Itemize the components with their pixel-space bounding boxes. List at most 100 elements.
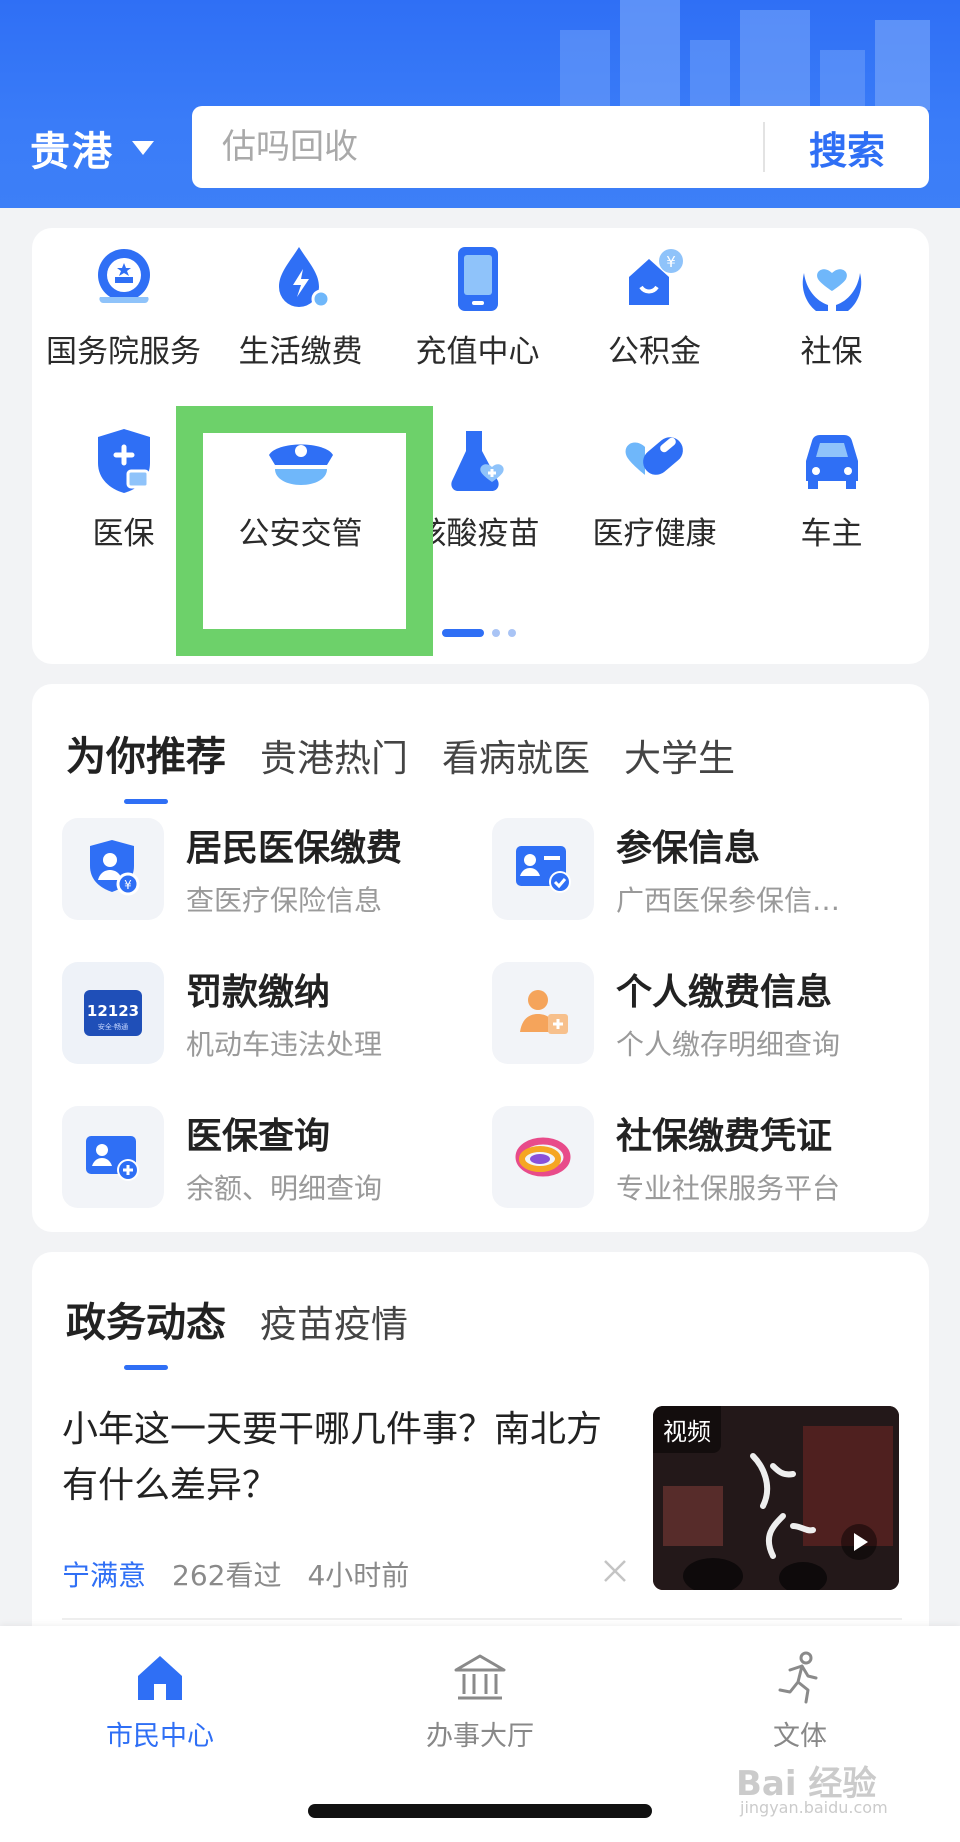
running-person-icon xyxy=(778,1651,818,1704)
city-selector[interactable]: 贵港 xyxy=(30,118,154,178)
insurance-payment-icon: ¥ xyxy=(62,818,164,920)
tab-vaccine-epidemic[interactable]: 疫苗疫情 xyxy=(260,1294,408,1348)
tab-for-you[interactable]: 为你推荐 xyxy=(66,724,226,804)
social-security-icon xyxy=(791,238,873,320)
news-time: 4小时前 xyxy=(307,1559,410,1592)
rec-subtitle: 机动车违法处理 xyxy=(186,1028,383,1061)
news-article-title[interactable]: 小年这一天要干哪几件事？南北方有什么差异？ xyxy=(62,1402,622,1514)
rec-title: 医保查询 xyxy=(186,1116,331,1157)
rec-social-security-voucher[interactable]: 社保缴费凭证 专业社保服务平台 xyxy=(492,1102,912,1212)
nav-service-hall[interactable]: 办事大厅 xyxy=(380,1648,580,1753)
pager-dot-active[interactable] xyxy=(442,629,484,637)
home-indicator[interactable] xyxy=(308,1804,652,1818)
person-add-icon xyxy=(492,962,594,1064)
nav-label: 办事大厅 xyxy=(426,1721,534,1752)
service-label: 公安交管 xyxy=(238,516,363,552)
nav-label: 文体 xyxy=(773,1721,827,1752)
service-social-security[interactable]: 社保 xyxy=(743,238,920,398)
phone-topup-icon xyxy=(437,238,519,320)
tab-guigang-hot[interactable]: 贵港热门 xyxy=(260,728,408,782)
ring-logo-icon xyxy=(492,1106,594,1208)
caret-down-icon xyxy=(132,141,154,155)
rec-title: 社保缴费凭证 xyxy=(616,1116,833,1157)
id-card-plus-icon xyxy=(62,1106,164,1208)
divider xyxy=(62,1618,902,1620)
rec-text: 社保缴费凭证 专业社保服务平台 xyxy=(616,1107,840,1207)
housing-fund-icon: ¥ xyxy=(614,238,696,320)
service-label: 公积金 xyxy=(608,334,701,370)
state-council-emblem-icon xyxy=(83,238,165,320)
service-label: 充值中心 xyxy=(415,334,540,370)
rec-insurance-query[interactable]: 医保查询 余额、明细查询 xyxy=(62,1102,482,1212)
services-pager xyxy=(442,629,516,637)
bill-payment-icon xyxy=(260,238,342,320)
tab-medical[interactable]: 看病就医 xyxy=(442,728,590,782)
service-label: 车主 xyxy=(800,516,863,552)
rec-fine-payment[interactable]: 12123 安全·畅通 罚款缴纳 机动车违法处理 xyxy=(62,958,482,1068)
search-button[interactable]: 搜索 xyxy=(765,106,929,188)
city-name: 贵港 xyxy=(30,129,114,175)
nav-label: 市民中心 xyxy=(106,1721,214,1752)
service-label: 国务院服务 xyxy=(46,334,201,370)
svg-text:¥: ¥ xyxy=(124,878,132,892)
home-icon xyxy=(138,1656,182,1700)
news-tabs: 政务动态 疫苗疫情 xyxy=(66,1290,408,1370)
city-skyline-decoration xyxy=(560,0,930,110)
police-cap-icon xyxy=(260,420,342,502)
rec-personal-payment-info[interactable]: 个人缴费信息 个人缴存明细查询 xyxy=(492,958,912,1068)
service-housing-fund[interactable]: ¥ 公积金 xyxy=(566,238,743,398)
rec-text: 个人缴费信息 个人缴存明细查询 xyxy=(616,963,840,1063)
pill-heart-icon xyxy=(614,420,696,502)
rec-subtitle: 余额、明细查询 xyxy=(186,1172,383,1205)
rec-text: 医保查询 余额、明细查询 xyxy=(186,1107,382,1207)
rec-text: 参保信息 广西医保参保信… xyxy=(616,819,840,919)
news-meta: 宁满意 262看过 4小时前 xyxy=(62,1554,409,1594)
tab-government-news[interactable]: 政务动态 xyxy=(66,1290,226,1370)
service-vaccine[interactable]: 核酸疫苗 xyxy=(389,420,566,580)
rec-title: 参保信息 xyxy=(616,828,761,869)
service-topup[interactable]: 充值中心 xyxy=(389,238,566,398)
service-state-council[interactable]: 国务院服务 xyxy=(35,238,212,398)
pager-dot[interactable] xyxy=(508,629,516,637)
search-bar: 搜索 xyxy=(192,106,929,188)
news-views: 262看过 xyxy=(172,1559,282,1592)
news-source[interactable]: 宁满意 xyxy=(62,1554,146,1594)
video-tag: 视频 xyxy=(653,1406,721,1453)
rec-resident-insurance-payment[interactable]: ¥ 居民医保缴费 查医疗保险信息 xyxy=(62,814,482,924)
car-icon xyxy=(791,420,873,502)
id-card-check-icon xyxy=(492,818,594,920)
rec-title: 个人缴费信息 xyxy=(616,972,833,1013)
service-bill-payment[interactable]: 生活缴费 xyxy=(212,238,389,398)
rec-subtitle: 个人缴存明细查询 xyxy=(616,1028,841,1061)
nav-citizen-center[interactable]: 市民中心 xyxy=(60,1648,260,1753)
news-video-thumbnail[interactable]: 视频 xyxy=(653,1406,899,1590)
app-12123-icon-text: 12123 xyxy=(87,1002,139,1020)
bottom-navigation: 市民中心 办事大厅 文体 Bai 经验 jingyan.baidu.com xyxy=(0,1626,960,1842)
rec-subtitle: 查医疗保险信息 xyxy=(186,884,383,917)
app-12123-icon-subtext: 安全·畅通 xyxy=(98,1022,128,1031)
service-label: 核酸疫苗 xyxy=(415,516,540,552)
close-icon[interactable] xyxy=(600,1556,630,1586)
search-input[interactable] xyxy=(192,106,763,188)
rec-title: 罚款缴纳 xyxy=(186,972,331,1013)
rec-insured-info[interactable]: 参保信息 广西医保参保信… xyxy=(492,814,912,924)
rec-subtitle: 广西医保参保信… xyxy=(616,884,841,917)
service-car-owner[interactable]: 车主 xyxy=(743,420,920,580)
tab-college[interactable]: 大学生 xyxy=(624,728,735,782)
recommend-tabs: 为你推荐 贵港热门 看病就医 大学生 xyxy=(66,724,735,804)
rec-text: 罚款缴纳 机动车违法处理 xyxy=(186,963,382,1063)
service-label: 医疗健康 xyxy=(592,516,717,552)
service-medical-insurance[interactable]: 医保 xyxy=(35,420,212,580)
service-label: 生活缴费 xyxy=(238,334,363,370)
pager-dot[interactable] xyxy=(492,629,500,637)
header-bar: 贵港 搜索 xyxy=(0,0,960,208)
service-police-traffic[interactable]: 公安交管 xyxy=(212,420,389,580)
service-label: 社保 xyxy=(800,334,863,370)
news-card: 政务动态 疫苗疫情 小年这一天要干哪几件事？南北方有什么差异？ 宁满意 262看… xyxy=(32,1252,929,1672)
service-health[interactable]: 医疗健康 xyxy=(566,420,743,580)
app-12123-icon: 12123 安全·畅通 xyxy=(62,962,164,1064)
svg-text:¥: ¥ xyxy=(666,253,676,271)
play-icon[interactable] xyxy=(841,1524,877,1560)
nav-culture-sports[interactable]: 文体 xyxy=(700,1648,900,1753)
watermark-url: jingyan.baidu.com xyxy=(740,1798,888,1817)
